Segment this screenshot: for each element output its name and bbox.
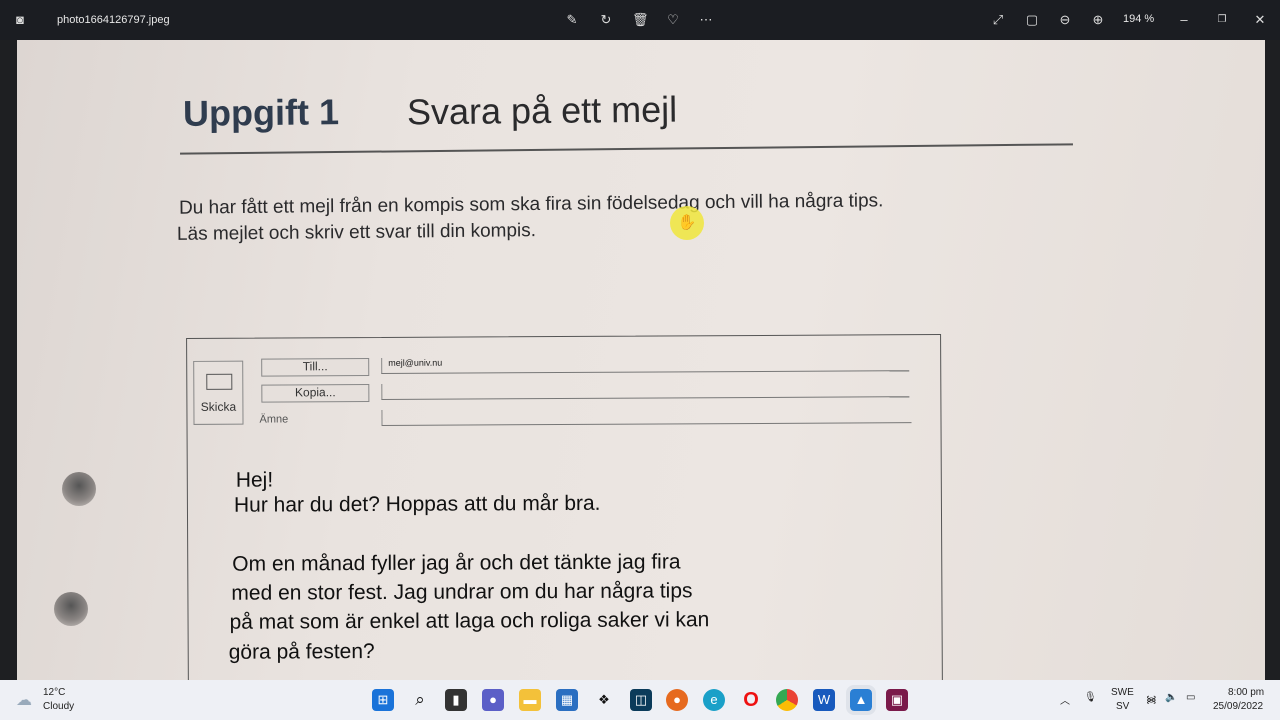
email-body-line: på mat som är enkel att laga och roliga …	[229, 608, 710, 634]
favorite-heart-icon[interactable]: ♡	[665, 12, 681, 28]
clock-time[interactable]: 8:00 pm	[1228, 687, 1264, 698]
task-title: Svara på ett mejl	[406, 88, 678, 133]
subject-label: Ämne	[259, 413, 289, 426]
zoom-out-icon[interactable]: ⊖	[1057, 12, 1073, 28]
microphone-icon[interactable]: 🎙	[1084, 692, 1097, 703]
start-windows-icon[interactable]: ⊞	[372, 689, 394, 711]
edit-image-icon[interactable]: ✎	[564, 12, 580, 28]
cc-button: Kopia...	[261, 384, 370, 403]
fullscreen-icon[interactable]: ⤢	[990, 12, 1006, 28]
photos-app-icon: ◙	[16, 12, 24, 27]
envelope-icon	[206, 373, 233, 390]
to-button: Till...	[261, 358, 370, 377]
show-hidden-icons[interactable]: ︿	[1060, 692, 1070, 707]
punch-hole	[62, 472, 96, 506]
language-code[interactable]: SWE	[1111, 687, 1134, 698]
subject-field	[381, 407, 912, 426]
zoom-level[interactable]: 194 %	[1123, 13, 1154, 25]
minimize-button[interactable]: –	[1176, 12, 1192, 28]
app-icon[interactable]: ◫	[630, 689, 652, 711]
email-form: Skicka Till... Kopia... Ämne mejl@univ.n…	[186, 334, 943, 680]
send-button: Skicka	[193, 360, 244, 425]
to-field: mejl@univ.nu	[381, 355, 910, 374]
teams-chat-icon[interactable]: ●	[482, 689, 504, 711]
more-options-icon[interactable]: ⋯	[698, 12, 714, 28]
email-body-line: göra på festen?	[228, 639, 375, 664]
volume-icon[interactable]: 🔈	[1165, 692, 1177, 703]
edge-icon[interactable]: e	[703, 689, 725, 711]
weather-condition[interactable]: Cloudy	[43, 701, 74, 712]
firefox-icon[interactable]: ●	[666, 689, 688, 711]
title-bar: ◙ photo1664126797.jpeg ✎ ↻ 🗑 ♡ ⋯ ⤢ ▢ ⊖ ⊕…	[0, 0, 1280, 40]
zoom-in-icon[interactable]: ⊕	[1090, 12, 1106, 28]
file-explorer-icon[interactable]: ▬	[519, 689, 541, 711]
email-body-line: med en stor fest. Jag undrar om du har n…	[231, 579, 693, 605]
battery-icon[interactable]: ▭	[1186, 692, 1195, 703]
heading-divider	[180, 143, 1073, 155]
task-number: Uppgift 1	[182, 91, 340, 134]
email-body-line: Om en månad fyller jag år och det tänkte…	[232, 550, 681, 576]
store-icon[interactable]: ▦	[556, 689, 578, 711]
cc-field	[381, 381, 910, 400]
weather-temp[interactable]: 12°C	[43, 687, 65, 698]
email-body-line: Hur har du det? Hoppas att du mår bra.	[233, 491, 601, 517]
opera-icon[interactable]: O	[740, 689, 762, 711]
punch-hole	[54, 592, 88, 626]
fit-window-icon[interactable]: ▢	[1024, 12, 1040, 28]
intro-line: Du har fått ett mejl från en kompis som …	[178, 190, 884, 219]
image-viewer[interactable]: Uppgift 1 Svara på ett mejl Du har fått …	[0, 40, 1280, 680]
clock-date[interactable]: 25/09/2022	[1213, 701, 1263, 712]
chrome-icon[interactable]	[776, 689, 798, 711]
hand-cursor-icon: ✋	[670, 206, 704, 240]
rotate-icon[interactable]: ↻	[598, 12, 614, 28]
dropbox-icon[interactable]: ❖	[593, 689, 615, 711]
maximize-button[interactable]: ❐	[1214, 12, 1230, 28]
weather-cloud-icon: ☁	[16, 692, 32, 709]
search-icon[interactable]: ⌕	[409, 689, 431, 711]
send-label: Skicka	[200, 399, 237, 414]
clipchamp-icon[interactable]: ▣	[886, 689, 908, 711]
word-icon[interactable]: W	[813, 689, 835, 711]
file-name: photo1664126797.jpeg	[57, 14, 170, 26]
email-body-line: Hej!	[235, 468, 274, 492]
taskbar: ☁ 12°C Cloudy ⊞ ⌕ ▮ ● ▬ ▦ ❖ ◫ ● e O W ▲ …	[0, 680, 1280, 720]
wifi-icon[interactable]: ᯼	[1146, 692, 1157, 706]
delete-icon[interactable]: 🗑	[632, 12, 649, 28]
intro-line: Läs mejlet och skriv ett svar till din k…	[176, 220, 537, 245]
photo-document: Uppgift 1 Svara på ett mejl Du har fått …	[17, 40, 1265, 680]
task-view-icon[interactable]: ▮	[445, 689, 467, 711]
close-button[interactable]: ✕	[1252, 12, 1268, 28]
photos-icon[interactable]: ▲	[846, 685, 876, 715]
keyboard-layout[interactable]: SV	[1116, 701, 1129, 712]
